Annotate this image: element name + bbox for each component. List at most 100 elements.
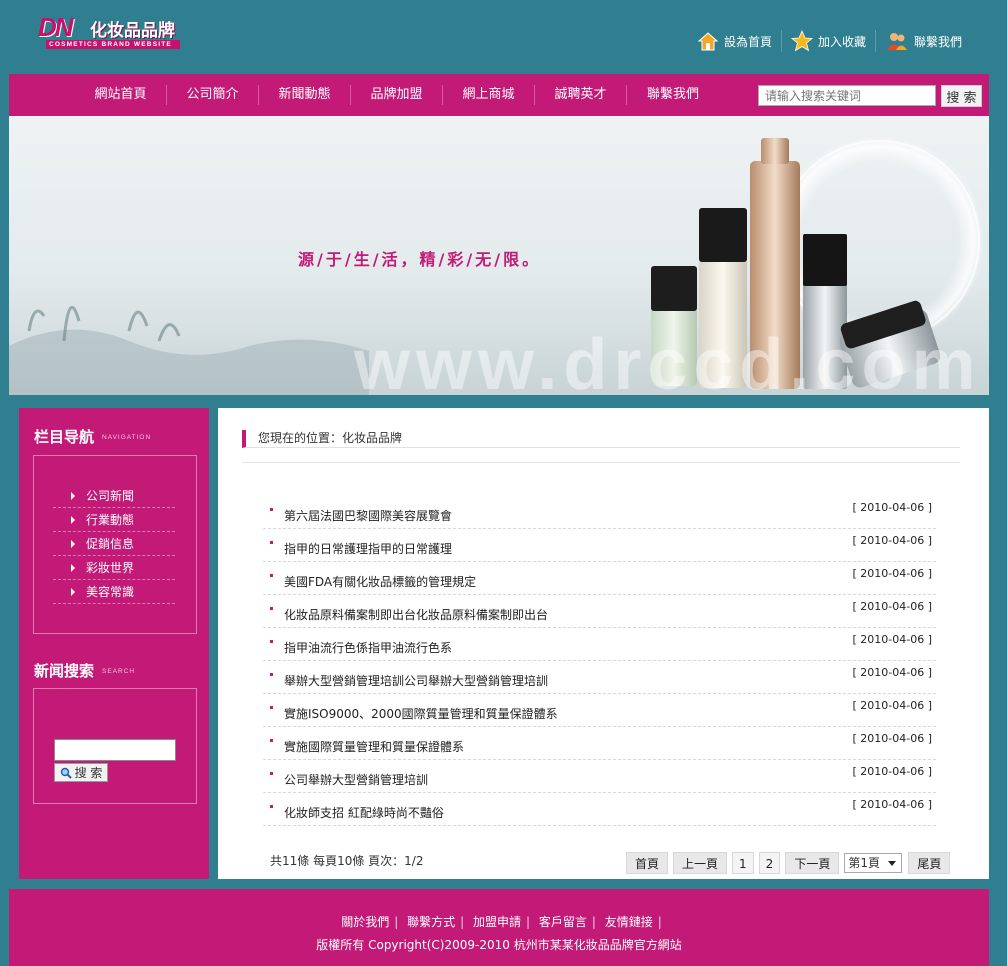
nav-item-news[interactable]: 新聞動態 [259, 85, 351, 105]
news-row: 舉辦大型營銷管理培訓公司舉辦大型營銷管理培訓 [ 2010-04-06 ] [263, 661, 936, 694]
news-date: [ 2010-04-06 ] [852, 699, 932, 712]
news-title[interactable]: 化妝品原料備案制即出台化妝品原料備案制即出台 [284, 606, 548, 623]
news-date: [ 2010-04-06 ] [852, 732, 932, 745]
footer-link-message[interactable]: 客戶留言 [534, 915, 592, 929]
category-item-promotion[interactable]: 促銷信息 [53, 532, 175, 556]
news-date: [ 2010-04-06 ] [852, 633, 932, 646]
hero-banner: 源/于/生/活，精/彩/无/限。 www.drccd.com [9, 116, 989, 395]
news-row: 指甲油流行色係指甲油流行色系 [ 2010-04-06 ] [263, 628, 936, 661]
news-title[interactable]: 實施國際質量管理和質量保證體系 [284, 738, 464, 755]
news-date: [ 2010-04-06 ] [852, 798, 932, 811]
footer-separator: | [460, 915, 465, 929]
search-title-text: 新闻搜索 [34, 662, 95, 680]
news-row: 指甲的日常護理指甲的日常護理 [ 2010-04-06 ] [263, 529, 936, 562]
news-date: [ 2010-04-06 ] [852, 765, 932, 778]
search-input[interactable] [758, 85, 936, 106]
contact-us-link[interactable]: 聯繫我們 [874, 30, 971, 52]
site-logo[interactable]: DN 化妆品品牌 COSMETICS BRAND WEBSITE [38, 12, 180, 52]
page-select[interactable]: 第1頁 [844, 853, 903, 873]
news-search-button[interactable]: 搜 索 [54, 763, 108, 782]
category-box: 公司新聞 行業動態 促銷信息 彩妝世界 美容常識 [33, 455, 197, 634]
category-item-makeup[interactable]: 彩妝世界 [53, 556, 175, 580]
news-date: [ 2010-04-06 ] [852, 501, 932, 514]
nav-item-shop[interactable]: 網上商城 [443, 85, 535, 105]
page-info: 共11條 每頁10條 頁次：1/2 [270, 854, 424, 868]
users-icon [886, 33, 907, 50]
footer-link-friends[interactable]: 友情鏈接 [600, 915, 658, 929]
category-item-company-news[interactable]: 公司新聞 [53, 484, 175, 508]
logo-title: 化妆品品牌 [90, 21, 175, 41]
logo-subtitle: COSMETICS BRAND WEBSITE [46, 40, 180, 49]
page-1-button[interactable]: 1 [732, 852, 754, 874]
left-sidebar: 栏目导航 NAVIGATION 公司新聞 行業動態 促銷信息 彩妝世界 美容常識 … [19, 408, 209, 879]
nav-list: 網站首頁 公司簡介 新聞動態 品牌加盟 網上商城 誠聘英才 聯繫我們 [75, 74, 719, 116]
pagination: 首頁 上一頁 1 2 下一頁 第1頁 尾頁 [626, 852, 955, 874]
footer: 關於我們 | 聯繫方式 | 加盟申請 | 客戶留言 | 友情鏈接 | 版權所有 Copyr… [9, 889, 989, 966]
nav-item-home[interactable]: 網站首頁 [75, 85, 167, 105]
main-nav: 網站首頁 公司簡介 新聞動態 品牌加盟 網上商城 誠聘英才 聯繫我們 搜 索 [9, 74, 989, 116]
add-favorite-label: 加入收藏 [817, 34, 866, 49]
logo-mark: DN [38, 12, 74, 42]
nav-item-jobs[interactable]: 誠聘英才 [535, 85, 627, 105]
news-title[interactable]: 公司舉辦大型營銷管理培訓 [284, 771, 428, 788]
news-search-box: 搜 索 [33, 688, 197, 804]
page-2-button[interactable]: 2 [758, 852, 781, 874]
news-title[interactable]: 美國FDA有關化妝品標籤的管理規定 [284, 573, 476, 590]
search-section-title: 新闻搜索 SEARCH [34, 660, 135, 681]
prev-page-button[interactable]: 上一頁 [673, 852, 728, 874]
nav-section-title: 栏目导航 NAVIGATION [34, 426, 151, 447]
news-row: 化妝品原料備案制即出台化妝品原料備案制即出台 [ 2010-04-06 ] [263, 595, 936, 628]
news-title[interactable]: 實施ISO9000、2000國際質量管理和質量保證體系 [284, 705, 558, 722]
footer-link-franchise[interactable]: 加盟申請 [468, 915, 526, 929]
news-title[interactable]: 指甲油流行色係指甲油流行色系 [284, 639, 452, 656]
nav-item-contact[interactable]: 聯繫我們 [627, 85, 719, 105]
news-title[interactable]: 第六屆法國巴黎國際美容展覽會 [284, 507, 452, 524]
news-row: 第六屆法國巴黎國際美容展覽會 [ 2010-04-06 ] [263, 496, 936, 529]
news-search-button-label: 搜 索 [74, 766, 103, 780]
set-homepage-link[interactable]: 設為首頁 [688, 30, 781, 52]
main-content: 您現在的位置：化妆品品牌 第六屆法國巴黎國際美容展覽會 [ 2010-04-06 … [218, 408, 989, 879]
news-title[interactable]: 指甲的日常護理指甲的日常護理 [284, 540, 452, 557]
footer-links: 關於我們 | 聯繫方式 | 加盟申請 | 客戶留言 | 友情鏈接 | [9, 913, 989, 930]
news-date: [ 2010-04-06 ] [852, 666, 932, 679]
breadcrumb: 您現在的位置：化妆品品牌 [242, 430, 960, 448]
news-date: [ 2010-04-06 ] [852, 534, 932, 547]
nav-title-text: 栏目导航 [34, 428, 95, 446]
news-list: 第六屆法國巴黎國際美容展覽會 [ 2010-04-06 ] 指甲的日常護理指甲的日… [263, 496, 936, 826]
news-date: [ 2010-04-06 ] [852, 567, 932, 580]
nav-item-franchise[interactable]: 品牌加盟 [351, 85, 443, 105]
add-favorite-link[interactable]: 加入收藏 [780, 30, 875, 52]
copyright: 版權所有 Copyright(C)2009-2010 杭州市某某化妝品品牌官方網… [316, 938, 682, 952]
footer-separator: | [525, 915, 531, 929]
set-homepage-label: 設為首頁 [723, 34, 772, 49]
search-button[interactable]: 搜 索 [941, 85, 982, 107]
category-list: 公司新聞 行業動態 促銷信息 彩妝世界 美容常識 [53, 484, 175, 604]
search-title-en: SEARCH [102, 668, 136, 675]
nav-item-about[interactable]: 公司簡介 [167, 85, 259, 105]
magnifier-icon [60, 767, 72, 779]
star-icon [790, 30, 813, 52]
category-item-beauty[interactable]: 美容常識 [53, 580, 175, 604]
news-date: [ 2010-04-06 ] [852, 600, 932, 613]
home-icon [697, 32, 719, 51]
top-links: 設為首頁 加入收藏 聯繫我們 [688, 30, 971, 52]
footer-link-contact[interactable]: 聯繫方式 [402, 915, 460, 929]
contact-us-label: 聯繫我們 [913, 34, 962, 49]
footer-separator: | [657, 915, 662, 929]
news-title[interactable]: 化妝師支招 紅配綠時尚不豔俗 [284, 804, 444, 821]
banner-watermark: www.drccd.com [354, 325, 982, 395]
news-row: 實施國際質量管理和質量保證體系 [ 2010-04-06 ] [263, 727, 936, 760]
footer-link-about[interactable]: 關於我們 [336, 915, 394, 929]
last-page-button[interactable]: 尾頁 [908, 852, 951, 874]
nav-title-en: NAVIGATION [102, 434, 152, 441]
news-row: 公司舉辦大型營銷管理培訓 [ 2010-04-06 ] [263, 760, 936, 793]
next-page-button[interactable]: 下一頁 [785, 852, 840, 874]
banner-slogan: 源/于/生/活，精/彩/无/限。 [298, 250, 542, 269]
news-row: 化妝師支招 紅配綠時尚不豔俗 [ 2010-04-06 ] [263, 793, 936, 826]
news-title[interactable]: 舉辦大型營銷管理培訓公司舉辦大型營銷管理培訓 [284, 672, 548, 689]
footer-separator: | [394, 915, 399, 929]
category-item-industry[interactable]: 行業動態 [53, 508, 175, 532]
news-row: 美國FDA有關化妝品標籤的管理規定 [ 2010-04-06 ] [263, 562, 936, 595]
first-page-button[interactable]: 首頁 [626, 852, 669, 874]
news-search-input[interactable] [54, 739, 176, 761]
